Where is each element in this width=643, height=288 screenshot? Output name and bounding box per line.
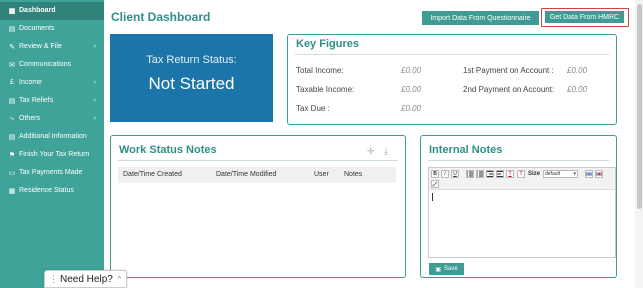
key-figures-title: Key Figures [296, 38, 359, 50]
sidebar-item-tax-reliefs[interactable]: ▤ Tax Reliefs › [0, 92, 104, 110]
link-icon[interactable] [585, 170, 593, 178]
column-header-notes[interactable]: Notes [344, 171, 362, 178]
outdent-icon[interactable] [486, 170, 494, 178]
sidebar-item-label: Tax Reliefs [19, 97, 54, 105]
need-help-widget[interactable]: ⋮ Need Help? ^ [44, 270, 127, 288]
sidebar-item-label: Residence Status [19, 187, 74, 195]
sidebar-item-label: Communications [19, 61, 72, 69]
chevron-right-icon: › [93, 115, 96, 123]
text-cursor [432, 193, 433, 201]
table-header: Date/Time Created Date/Time Modified Use… [118, 167, 396, 183]
sidebar-item-review-file[interactable]: ✎ Review & File › [0, 38, 104, 56]
notes-editor[interactable]: B I U T T Size default ▾ [428, 167, 616, 258]
internal-notes-title: Internal Notes [429, 144, 503, 156]
share-icon: ⤷ [10, 114, 14, 122]
sidebar-item-label: Documents [19, 25, 55, 33]
save-button-label: Save [443, 266, 458, 272]
underline-button[interactable]: U [451, 170, 459, 178]
font-size-select[interactable]: default ▾ [543, 170, 578, 178]
document-icon: ▤ [8, 97, 16, 105]
tax-return-status-card: Tax Return Status: Not Started [110, 34, 273, 122]
pound-icon: £ [10, 79, 14, 87]
tax-due-value: £0.00 [401, 104, 422, 113]
need-help-label: Need Help? [60, 273, 113, 285]
work-status-notes-panel [110, 135, 406, 278]
chevron-right-icon: › [93, 79, 96, 87]
editor-toolbar: B I U T T Size default ▾ [429, 168, 615, 190]
wallet-icon: ▭ [8, 169, 16, 177]
bullet-list-icon[interactable] [466, 170, 474, 178]
bold-button[interactable]: B [431, 170, 439, 178]
sidebar-item-communications[interactable]: ✉ Communications [0, 56, 104, 74]
drag-handle-icon[interactable]: ⋮ [49, 274, 58, 285]
status-value: Not Started [148, 74, 235, 93]
sidebar: ▦ Dashboard ▤ Documents ✎ Review & File … [0, 0, 104, 288]
second-payment-value: £0.00 [567, 85, 588, 94]
tax-due-label: Tax Due : [296, 104, 330, 113]
sidebar-item-label: Review & File [19, 43, 62, 51]
first-payment-value: £0.00 [567, 66, 588, 75]
home-icon: ▦ [8, 187, 16, 195]
sidebar-item-finish-tax-return[interactable]: ⚑ Finish Your Tax Return [0, 146, 104, 164]
scrollbar[interactable] [635, 0, 643, 288]
chevron-right-icon: › [93, 97, 96, 105]
file-icon: ▤ [8, 25, 16, 33]
total-income-value: £0.00 [401, 66, 422, 75]
first-payment-label: 1st Payment on Account : [463, 66, 554, 75]
sidebar-item-others[interactable]: ⤷ Others › [0, 110, 104, 128]
add-icon[interactable]: ✛ [367, 146, 375, 157]
chevron-down-icon: ▾ [573, 171, 576, 177]
sidebar-item-tax-payments-made[interactable]: ▭ Tax Payments Made [0, 164, 104, 182]
divider [428, 160, 609, 161]
taxable-income-value: £0.00 [401, 85, 422, 94]
highlight-color-icon[interactable]: T [517, 170, 525, 178]
divider [118, 160, 398, 161]
chevron-up-icon[interactable]: ^ [118, 276, 121, 283]
second-payment-label: 2nd Payment on Account: [463, 85, 555, 94]
work-status-notes-title: Work Status Notes [119, 144, 217, 156]
flag-icon: ⚑ [8, 151, 16, 159]
text-color-icon[interactable]: T [506, 170, 514, 178]
font-size-value: default [545, 171, 561, 177]
size-label: Size [528, 171, 541, 177]
pencil-icon: ✎ [9, 43, 15, 51]
sidebar-item-label: Others [19, 115, 41, 123]
sidebar-item-additional-information[interactable]: ▤ Additional Information [0, 128, 104, 146]
sidebar-item-documents[interactable]: ▤ Documents [0, 20, 104, 38]
unlink-icon[interactable] [595, 170, 603, 178]
sidebar-item-label: Dashboard [19, 7, 56, 15]
italic-button[interactable]: I [441, 170, 449, 178]
column-header-created[interactable]: Date/Time Created [123, 171, 182, 178]
divider [295, 54, 609, 55]
hmrc-button-highlight: Get Data From HMRC [541, 8, 629, 27]
sidebar-item-label: Finish Your Tax Return [19, 151, 90, 159]
download-icon[interactable]: ⤓ [384, 146, 388, 157]
sidebar-item-label: Tax Payments Made [19, 169, 83, 177]
column-header-user[interactable]: User [314, 171, 329, 178]
sidebar-item-label: Additional Information [19, 133, 87, 141]
sidebar-item-income[interactable]: £ Income › [0, 74, 104, 92]
clear-format-icon[interactable] [431, 180, 439, 188]
save-icon: ▣ [435, 266, 441, 273]
indent-icon[interactable] [496, 170, 504, 178]
sidebar-item-dashboard[interactable]: ▦ Dashboard [0, 2, 104, 20]
envelope-icon: ✉ [9, 61, 15, 69]
numbered-list-icon[interactable] [476, 170, 484, 178]
chevron-right-icon: › [93, 43, 96, 51]
scrollbar-thumb[interactable] [637, 4, 642, 209]
taxable-income-label: Taxable Income: [296, 85, 355, 94]
status-label: Tax Return Status: [146, 54, 237, 66]
grid-icon: ▦ [8, 7, 16, 15]
get-data-hmrc-button[interactable]: Get Data From HMRC [545, 11, 624, 23]
page-title: Client Dashboard [111, 10, 211, 24]
sidebar-item-residence-status[interactable]: ▦ Residence Status [0, 182, 104, 200]
column-header-modified[interactable]: Date/Time Modified [216, 171, 276, 178]
sidebar-item-label: Income [19, 79, 42, 87]
import-questionnaire-button[interactable]: Import Data From Questionnaire [422, 11, 539, 25]
save-button[interactable]: ▣ Save [429, 263, 464, 275]
list-icon: ▤ [8, 133, 16, 141]
total-income-label: Total Income: [296, 66, 344, 75]
